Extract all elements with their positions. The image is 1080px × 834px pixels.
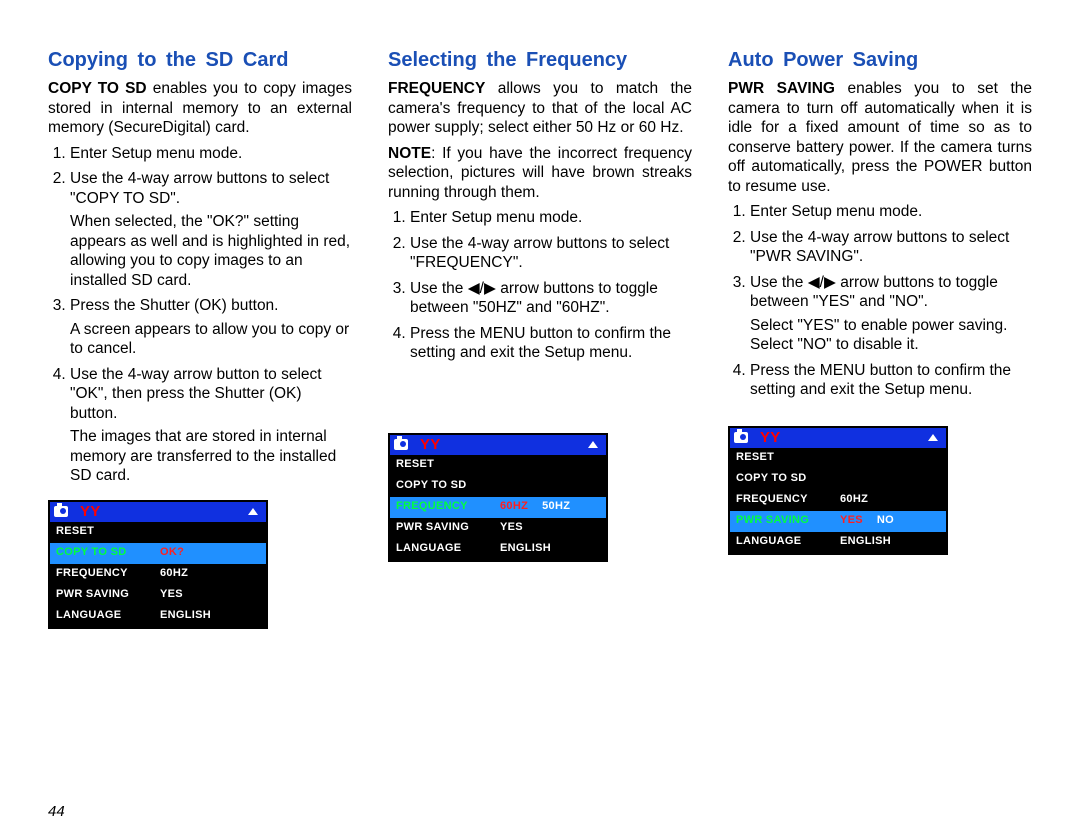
cam-row-reset: RESET [730, 448, 946, 469]
cam-row-reset: RESET [50, 522, 266, 543]
col-frequency: Selecting the Frequency FREQUENCY allows… [388, 48, 692, 629]
cam-row-pwr-saving: PWR SAVINGYES [390, 518, 606, 539]
intro: PWR SAVING enables you to set the camera… [728, 79, 1032, 196]
step-1: Enter Setup menu mode. [750, 202, 1032, 222]
up-arrow-icon [928, 434, 938, 441]
cam-row-copy-to-sd: COPY TO SD [730, 469, 946, 490]
left-right-arrow-icon: ◀/▶ [468, 280, 496, 297]
steps: Enter Setup menu mode. Use the 4-way arr… [388, 208, 692, 363]
intro: FREQUENCY allows you to match the camera… [388, 79, 692, 138]
heading: Selecting the Frequency [388, 48, 692, 73]
step-4-followup: The images that are stored in internal m… [70, 427, 352, 486]
intro-bold: COPY TO SD [48, 80, 147, 97]
page-number: 44 [48, 803, 65, 820]
cam-tabs: YY [50, 502, 266, 522]
step-2: Use the 4-way arrow buttons to select "P… [750, 228, 1032, 267]
step-4: Use the 4-way arrow button to select "OK… [70, 365, 352, 486]
up-arrow-icon [588, 441, 598, 448]
steps: Enter Setup menu mode. Use the 4-way arr… [728, 202, 1032, 400]
cam-row-frequency: FREQUENCY60HZ [50, 564, 266, 585]
note-bold: NOTE [388, 145, 431, 162]
col-copy-to-sd: Copying to the SD Card COPY TO SD enable… [48, 48, 352, 629]
step-4: Press the MENU button to confirm the set… [750, 361, 1032, 400]
cam-row-reset: RESET [390, 455, 606, 476]
camera-menu-pwr-saving: YY RESET COPY TO SD FREQUENCY60HZ PWR SA… [728, 426, 948, 555]
step-2-followup: When selected, the "OK?" setting appears… [70, 212, 352, 290]
step-3: Use the ◀/▶ arrow buttons to toggle betw… [410, 279, 692, 318]
step-3: Use the ◀/▶ arrow buttons to toggle betw… [750, 273, 1032, 355]
cam-row-pwr-saving: PWR SAVINGYESNO [730, 511, 946, 532]
cam-tabs: YY [390, 435, 606, 455]
step-2: Use the 4-way arrow buttons to select "C… [70, 169, 352, 290]
camera-icon [734, 432, 748, 443]
step-3-followup: Select "YES" to enable power saving. Sel… [750, 316, 1032, 355]
cam-row-language: LANGUAGEENGLISH [50, 606, 266, 627]
intro-rest: enables you to set the camera to turn of… [728, 80, 1032, 195]
cam-row-pwr-saving: PWR SAVINGYES [50, 585, 266, 606]
note: NOTE: If you have the incorrect frequenc… [388, 144, 692, 203]
cam-row-copy-to-sd: COPY TO SDOK? [50, 543, 266, 564]
left-right-arrow-icon: ◀/▶ [808, 274, 836, 291]
heading: Auto Power Saving [728, 48, 1032, 73]
camera-menu-copy: YY RESET COPY TO SDOK? FREQUENCY60HZ PWR… [48, 500, 268, 629]
note-rest: : If you have the incorrect frequency se… [388, 145, 692, 201]
intro: COPY TO SD enables you to copy images st… [48, 79, 352, 138]
steps: Enter Setup menu mode. Use the 4-way arr… [48, 144, 352, 486]
up-arrow-icon [248, 508, 258, 515]
step-1: Enter Setup menu mode. [70, 144, 352, 164]
cam-tabs: YY [730, 428, 946, 448]
cam-row-language: LANGUAGEENGLISH [390, 539, 606, 560]
cam-row-frequency: FREQUENCY60HZ [730, 490, 946, 511]
camera-menu-frequency: YY RESET COPY TO SD FREQUENCY60HZ50HZ PW… [388, 433, 608, 562]
step-3-followup: A screen appears to allow you to copy or… [70, 320, 352, 359]
intro-bold: PWR SAVING [728, 80, 835, 97]
step-4: Press the MENU button to confirm the set… [410, 324, 692, 363]
tools-icon: YY [80, 504, 101, 519]
manual-page: Copying to the SD Card COPY TO SD enable… [0, 0, 1080, 629]
tools-icon: YY [420, 437, 441, 452]
intro-bold: FREQUENCY [388, 80, 485, 97]
step-1: Enter Setup menu mode. [410, 208, 692, 228]
heading: Copying to the SD Card [48, 48, 352, 73]
cam-row-language: LANGUAGEENGLISH [730, 532, 946, 553]
step-2: Use the 4-way arrow buttons to select "F… [410, 234, 692, 273]
step-3: Press the Shutter (OK) button. A screen … [70, 296, 352, 359]
cam-row-copy-to-sd: COPY TO SD [390, 476, 606, 497]
camera-icon [54, 506, 68, 517]
camera-icon [394, 439, 408, 450]
tools-icon: YY [760, 430, 781, 445]
col-auto-power-saving: Auto Power Saving PWR SAVING enables you… [728, 48, 1032, 629]
cam-row-frequency: FREQUENCY60HZ50HZ [390, 497, 606, 518]
